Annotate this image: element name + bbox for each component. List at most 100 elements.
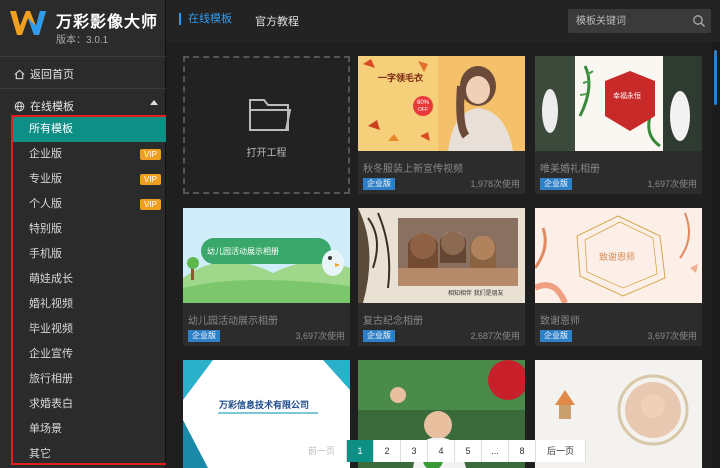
usage-count: 3,697次使用 (295, 331, 345, 341)
category-item[interactable]: 手机版 (13, 242, 168, 267)
thumb-text: 一字领毛衣 (378, 73, 424, 83)
template-card[interactable]: 幸福永恒 唯美婚礼相册 企业版 1,697次使用 (535, 56, 702, 194)
category-item[interactable]: 萌娃成长 (13, 267, 168, 292)
vip-badge: VIP (140, 199, 161, 210)
home-link-label: 返回首页 (30, 69, 74, 81)
sidebar: 万彩影像大师 版本：3.0.1 返回首页 在线模板 所有模板企业版 VIP 专业版 V… (0, 0, 170, 468)
page-button[interactable]: 3 (401, 440, 428, 462)
category-item[interactable]: 其它 (13, 442, 168, 463)
template-grid: 打开工程 一字领毛衣 60% OFF 秋冬服装上新宣传视频 企业版 1,978次… (166, 42, 712, 468)
online-templates-link[interactable]: 在线模板 (14, 98, 74, 114)
category-label: 萌娃成长 (29, 273, 73, 285)
category-item[interactable]: 企业宣传 (13, 342, 168, 367)
template-card[interactable]: 幼儿园活动展示相册 幼儿园活动展示相册 企业版 3,697次使用 (183, 208, 350, 346)
category-label: 企业宣传 (29, 348, 73, 360)
template-thumbnail: 幼儿园活动展示相册 (183, 208, 350, 303)
usage-count: 3,697次使用 (647, 331, 697, 341)
folder-icon (249, 99, 292, 131)
category-item[interactable]: 特别版 (13, 217, 168, 242)
template-thumbnail: 相知相伴 我们是朋友 (358, 208, 525, 303)
edition-tag: 企业版 (540, 330, 572, 342)
template-card[interactable]: 致谢恩师 致谢恩师 企业版 3,697次使用 (535, 208, 702, 346)
page-button[interactable]: 8 (509, 440, 536, 462)
vip-badge: VIP (140, 149, 161, 160)
category-list: 所有模板企业版 VIP 专业版 VIP 个人版 VIP 特别版手机版萌娃成长婚礼视频毕业视频… (11, 115, 170, 465)
usage-count: 2,687次使用 (470, 331, 520, 341)
category-item[interactable]: 所有模板 (13, 117, 168, 142)
edition-tag: 企业版 (188, 330, 220, 342)
category-item[interactable]: 企业版 VIP (13, 142, 168, 167)
search-input[interactable] (576, 13, 686, 29)
divider (0, 88, 166, 89)
thumb-text: 幸福永恒 (613, 93, 641, 100)
header: 在线模板 官方教程 (166, 0, 720, 42)
page-button[interactable]: 4 (428, 440, 455, 462)
category-label: 专业版 (29, 173, 62, 185)
open-project-label: 打开工程 (246, 148, 287, 159)
category-item[interactable]: 求婚表白 (13, 392, 168, 417)
template-title: 秋冬服装上新宣传视频 (363, 164, 463, 175)
template-card[interactable]: 相知相伴 我们是朋友 复古纪念相册 企业版 2,687次使用 (358, 208, 525, 346)
template-thumbnail: 幸福永恒 (535, 56, 702, 151)
online-templates-label: 在线模板 (30, 101, 74, 113)
scrollbar-thumb[interactable] (714, 50, 717, 105)
category-item[interactable]: 个人版 VIP (13, 192, 168, 217)
template-title: 复古纪念相册 (363, 316, 423, 327)
app-logo-icon (10, 11, 46, 35)
category-label: 毕业视频 (29, 323, 73, 335)
template-title: 唯美婚礼相册 (540, 164, 600, 175)
app-name: 万彩影像大师 (56, 14, 159, 31)
app-version: 版本：3.0.1 (56, 35, 109, 46)
template-card[interactable]: 一字领毛衣 60% OFF 秋冬服装上新宣传视频 企业版 1,978次使用 (358, 56, 525, 194)
category-label: 个人版 (29, 198, 62, 210)
edition-tag: 企业版 (363, 178, 395, 190)
scrollbar[interactable] (712, 42, 720, 468)
category-label: 企业版 (29, 148, 62, 160)
next-page-button[interactable]: 后一页 (536, 440, 586, 462)
template-title: 幼儿园活动展示相册 (188, 316, 278, 327)
category-item[interactable]: 专业版 VIP (13, 167, 168, 192)
category-label: 旅行相册 (29, 373, 73, 385)
thumb-text: 60% (417, 100, 430, 106)
category-label: 婚礼视频 (29, 298, 73, 310)
category-item[interactable]: 毕业视频 (13, 317, 168, 342)
search-icon[interactable] (692, 14, 706, 28)
home-link[interactable]: 返回首页 (14, 66, 74, 82)
thumb-text: OFF (418, 107, 428, 113)
tab-official-tutorials[interactable]: 官方教程 (255, 13, 299, 29)
category-label: 其它 (29, 448, 51, 460)
prev-page-button[interactable]: 前一页 (297, 440, 347, 462)
template-thumbnail: 一字领毛衣 60% OFF (358, 56, 525, 151)
page-ellipsis: ... (482, 440, 509, 462)
page-button[interactable]: 5 (455, 440, 482, 462)
divider (0, 56, 166, 57)
template-thumbnail: 致谢恩师 (535, 208, 702, 303)
category-label: 所有模板 (29, 123, 73, 135)
category-label: 求婚表白 (29, 398, 73, 410)
home-icon (14, 69, 25, 79)
template-title: 致谢恩师 (540, 316, 580, 327)
usage-count: 1,697次使用 (647, 179, 697, 189)
thumb-text: 相知相伴 我们是朋友 (448, 291, 504, 297)
page-button[interactable]: 1 (347, 440, 374, 462)
category-label: 手机版 (29, 248, 62, 260)
search-box (568, 9, 711, 33)
thumb-text: 万彩信息技术有限公司 (219, 400, 310, 410)
category-label: 单场景 (29, 423, 62, 435)
vip-badge: VIP (140, 174, 161, 185)
category-label: 特别版 (29, 223, 62, 235)
edition-tag: 企业版 (540, 178, 572, 190)
tab-online-templates[interactable]: 在线模板 (179, 13, 232, 25)
category-item[interactable]: 单场景 (13, 417, 168, 442)
pagination: 前一页 1 2 3 4 5 ... 8 后一页 (297, 440, 586, 462)
thumb-text: 幼儿园活动展示相册 (207, 247, 279, 256)
thumb-text: 致谢恩师 (599, 252, 636, 262)
page-button[interactable]: 2 (374, 440, 401, 462)
open-project-button[interactable]: 打开工程 (183, 56, 350, 194)
usage-count: 1,978次使用 (470, 179, 520, 189)
collapse-arrow-icon[interactable] (150, 100, 158, 105)
edition-tag: 企业版 (363, 330, 395, 342)
category-item[interactable]: 婚礼视频 (13, 292, 168, 317)
category-item[interactable]: 旅行相册 (13, 367, 168, 392)
globe-icon (14, 101, 25, 111)
